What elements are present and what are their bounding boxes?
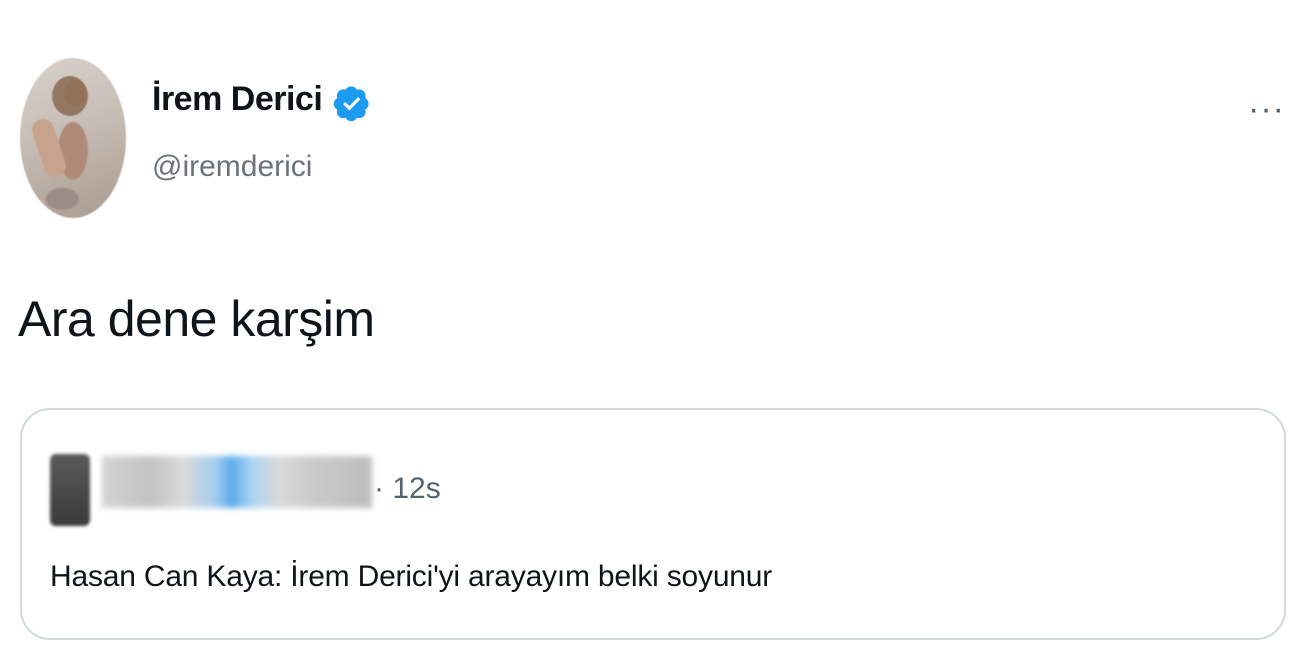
more-options-icon[interactable]: ··· [1248, 92, 1285, 126]
quoted-tweet-card[interactable]: · 12s Hasan Can Kaya: İrem Derici'yi ara… [20, 408, 1286, 640]
avatar-hair-shape [52, 76, 88, 116]
quoted-tweet-time: · 12s [374, 472, 441, 505]
quoted-author-name-blurred [102, 456, 372, 508]
quoted-author-avatar-blurred [50, 454, 90, 526]
author-display-name[interactable]: İrem Derici [152, 80, 323, 119]
tweet: İrem Derici @iremderici ··· Ara dene kar… [0, 0, 1300, 664]
avatar-arm-shape [29, 116, 69, 180]
tweet-text: Ara dene karşim [18, 291, 375, 347]
quoted-tweet-text: Hasan Can Kaya: İrem Derici'yi arayayım … [50, 560, 773, 593]
author-handle[interactable]: @iremderici [152, 150, 312, 184]
author-avatar[interactable] [20, 58, 126, 218]
verified-badge-icon [333, 86, 369, 122]
